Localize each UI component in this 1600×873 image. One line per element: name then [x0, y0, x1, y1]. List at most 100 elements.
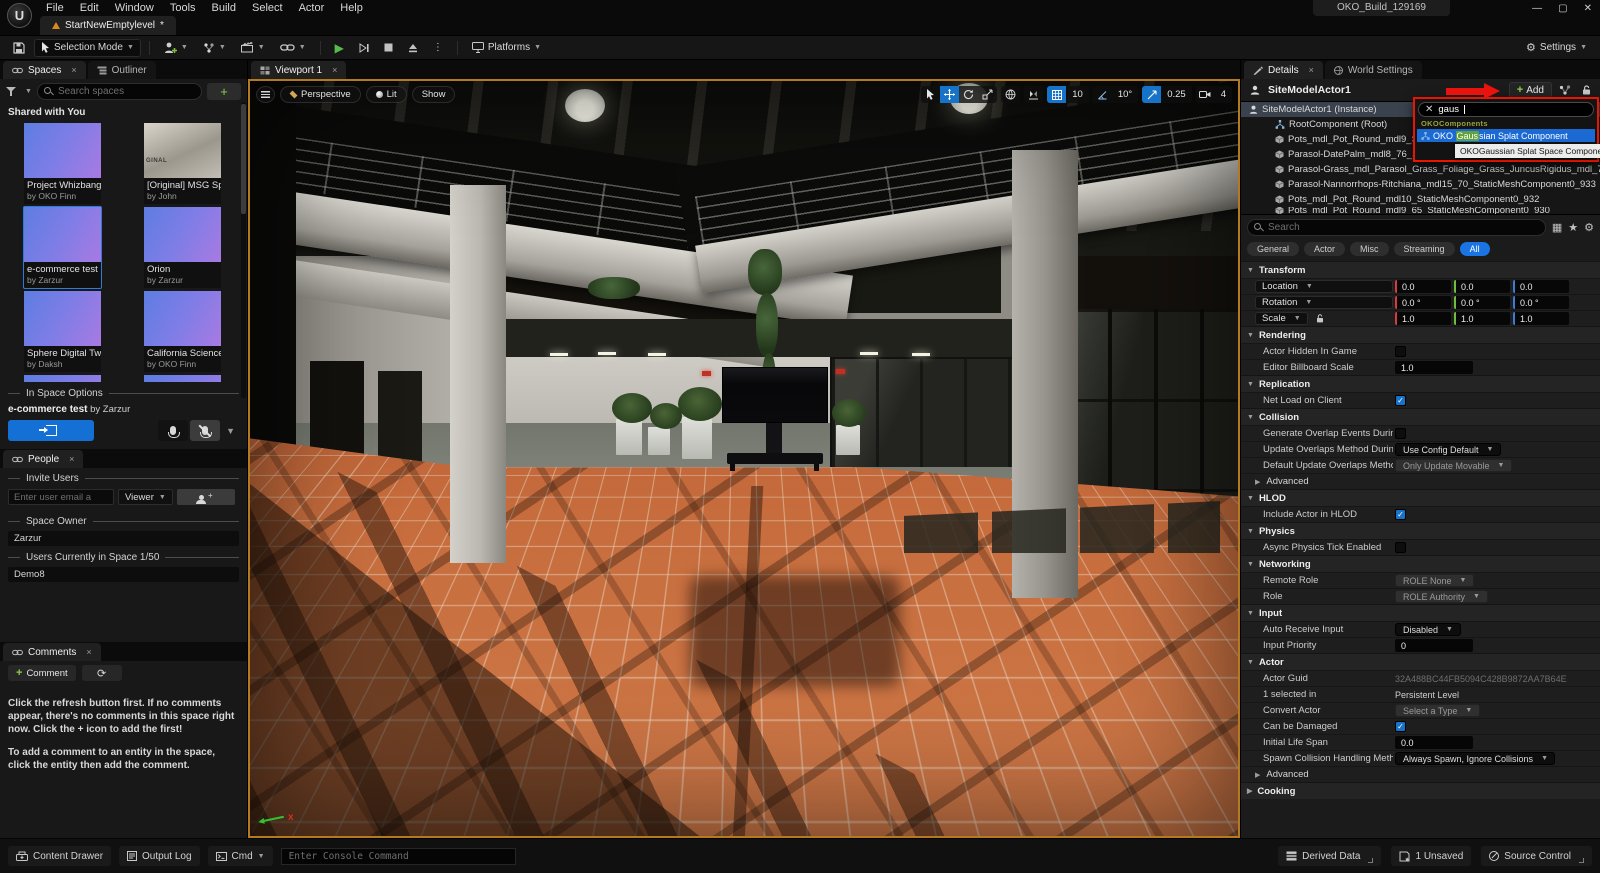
- tree-item-pots-mdl-pot-round-mdl9-65-staticmeshcom[interactable]: Pots_mdl_Pot_Round_mdl9_65_StaticMeshCom…: [1241, 207, 1600, 214]
- tree-item-pots-mdl-pot-round-mdl10-staticmeshcompo[interactable]: Pots_mdl_Pot_Round_mdl10_StaticMeshCompo…: [1241, 192, 1600, 207]
- cmd-dropdown[interactable]: Cmd ▼: [208, 846, 273, 866]
- close-icon[interactable]: ×: [86, 647, 91, 657]
- menu-build[interactable]: Build: [204, 1, 244, 15]
- settings-dropdown[interactable]: ⚙ Settings ▼: [1520, 39, 1593, 57]
- project-card-sphere-digital-twin[interactable]: Sphere Digital Twinby Daksh: [24, 291, 101, 372]
- role-dropdown[interactable]: Viewer▼: [118, 489, 173, 505]
- vector-input-x[interactable]: 0.0: [1395, 280, 1451, 293]
- close-icon[interactable]: ×: [332, 65, 337, 75]
- section-networking[interactable]: ▼Networking: [1241, 555, 1600, 572]
- subsection-advanced[interactable]: ▶Advanced: [1241, 473, 1600, 489]
- invite-email-input[interactable]: [8, 489, 114, 505]
- project-card-project-whizbang[interactable]: Project Whizbangby OKO Finn: [24, 123, 101, 204]
- add-space-button[interactable]: +: [207, 83, 241, 100]
- select-remote-role[interactable]: ROLE None▼: [1395, 574, 1474, 587]
- viewport-menu-button[interactable]: [256, 86, 275, 103]
- select-spawn-collision-handling-method[interactable]: Always Spawn, Ignore Collisions▼: [1395, 752, 1555, 765]
- show-dropdown[interactable]: Show: [412, 86, 456, 103]
- section-transform[interactable]: ▼Transform: [1241, 261, 1600, 278]
- tab-outliner[interactable]: Outliner: [88, 61, 156, 79]
- audio-options-chevron[interactable]: ▼: [222, 426, 239, 436]
- select-default-update-overlaps-method[interactable]: Only Update Movable▼: [1395, 459, 1512, 472]
- checkbox[interactable]: [1395, 428, 1406, 439]
- tab-details[interactable]: Details ×: [1244, 61, 1323, 79]
- vector-input-z[interactable]: 0.0 °: [1513, 296, 1569, 309]
- close-button[interactable]: ✕: [1584, 3, 1592, 14]
- section-input[interactable]: ▼Input: [1241, 604, 1600, 621]
- vector-axis-dropdown[interactable]: Scale▼: [1255, 312, 1308, 325]
- viewport-canvas[interactable]: Perspective Lit Show 10: [248, 79, 1240, 838]
- cinematics-button[interactable]: ▼: [235, 39, 271, 57]
- selection-mode-dropdown[interactable]: Selection Mode ▼: [34, 39, 141, 57]
- add-comment-button[interactable]: +Comment: [8, 665, 76, 681]
- filter-chip-misc[interactable]: Misc: [1350, 242, 1389, 256]
- vector-input-z[interactable]: 0.0: [1513, 280, 1569, 293]
- vector-input-x[interactable]: 1.0: [1395, 312, 1451, 325]
- input-editor-billboard-scale[interactable]: 1.0: [1395, 361, 1473, 374]
- filter-chip-streaming[interactable]: Streaming: [1394, 242, 1455, 256]
- play-detached-button[interactable]: [353, 39, 375, 57]
- details-search-input[interactable]: [1247, 219, 1546, 236]
- refresh-comments-button[interactable]: ⟳: [82, 665, 122, 681]
- perspective-dropdown[interactable]: Perspective: [280, 86, 361, 103]
- vector-input-y[interactable]: 1.0: [1454, 312, 1510, 325]
- source-control-button[interactable]: Source Control: [1481, 846, 1592, 866]
- unsaved-button[interactable]: 1 Unsaved: [1391, 846, 1471, 866]
- move-tool-icon[interactable]: [940, 86, 959, 103]
- section-rendering[interactable]: ▼Rendering: [1241, 326, 1600, 343]
- clear-search-icon[interactable]: ✕: [1425, 105, 1433, 115]
- project-card-original-msg-sph[interactable]: GINAL[Original] MSG Sph...by John: [144, 123, 221, 204]
- tab-people[interactable]: People ×: [3, 450, 83, 468]
- settings-gear-icon[interactable]: ⚙: [1584, 221, 1594, 234]
- lit-dropdown[interactable]: Lit: [366, 86, 407, 103]
- rotation-snap-icon[interactable]: [1093, 86, 1112, 103]
- menu-help[interactable]: Help: [332, 1, 371, 15]
- console-command-input[interactable]: [289, 851, 508, 862]
- tab-comments[interactable]: Comments ×: [3, 643, 101, 661]
- enter-space-button[interactable]: [8, 420, 94, 441]
- checkbox[interactable]: ✓: [1395, 509, 1406, 520]
- stop-button[interactable]: [378, 39, 399, 57]
- menu-tools[interactable]: Tools: [162, 1, 204, 15]
- select-role[interactable]: ROLE Authority▼: [1395, 590, 1488, 603]
- dropdown-item-gaussian-splat-component[interactable]: OKO Gaussian Splat Component: [1417, 129, 1595, 142]
- convert-blueprint-icon[interactable]: [1557, 85, 1573, 95]
- checkbox[interactable]: [1395, 346, 1406, 357]
- chevron-down-icon[interactable]: ▼: [25, 88, 32, 95]
- tab-viewport-1[interactable]: Viewport 1 ×: [251, 61, 346, 79]
- input-initial-life-span[interactable]: 0.0: [1395, 736, 1473, 749]
- content-drawer-button[interactable]: Content Drawer: [8, 846, 111, 866]
- mic-on-button[interactable]: [158, 420, 188, 441]
- surface-snap-icon[interactable]: [1024, 86, 1043, 103]
- menu-edit[interactable]: Edit: [72, 1, 107, 15]
- grid-snap-value[interactable]: 10: [1066, 89, 1089, 100]
- select-update-overlaps-method-during[interactable]: Use Config Default▼: [1395, 443, 1501, 456]
- filter-chip-actor[interactable]: Actor: [1304, 242, 1345, 256]
- section-actor[interactable]: ▼Actor: [1241, 653, 1600, 670]
- close-icon[interactable]: ×: [1309, 65, 1314, 75]
- vector-input-y[interactable]: 0.0 °: [1454, 296, 1510, 309]
- level-tab[interactable]: StartNewEmptylevel*: [40, 16, 176, 35]
- world-space-icon[interactable]: [1001, 86, 1020, 103]
- section-collision[interactable]: ▼Collision: [1241, 408, 1600, 425]
- output-log-button[interactable]: Output Log: [119, 846, 199, 866]
- filter-chip-general[interactable]: General: [1247, 242, 1299, 256]
- mic-muted-button[interactable]: [190, 420, 220, 441]
- menu-window[interactable]: Window: [107, 1, 162, 15]
- save-button[interactable]: [7, 39, 31, 57]
- rotation-snap-value[interactable]: 10°: [1112, 89, 1138, 100]
- component-search-box[interactable]: ✕ gaus: [1418, 102, 1594, 117]
- lock-icon[interactable]: [1316, 314, 1324, 323]
- filter-chip-all[interactable]: All: [1460, 242, 1490, 256]
- favorites-icon[interactable]: ★: [1568, 221, 1578, 234]
- platforms-dropdown[interactable]: Platforms ▼: [466, 39, 547, 57]
- camera-speed-value[interactable]: 4: [1215, 89, 1232, 100]
- minimize-button[interactable]: —: [1532, 3, 1542, 14]
- eject-button[interactable]: [402, 39, 424, 57]
- scale-snap-icon[interactable]: [1142, 86, 1161, 103]
- checkbox[interactable]: ✓: [1395, 395, 1406, 406]
- add-component-button[interactable]: +Add: [1509, 82, 1552, 98]
- vector-axis-dropdown[interactable]: Rotation▼: [1255, 296, 1393, 309]
- add-actor-button[interactable]: ▼: [158, 39, 194, 57]
- menu-select[interactable]: Select: [244, 1, 291, 15]
